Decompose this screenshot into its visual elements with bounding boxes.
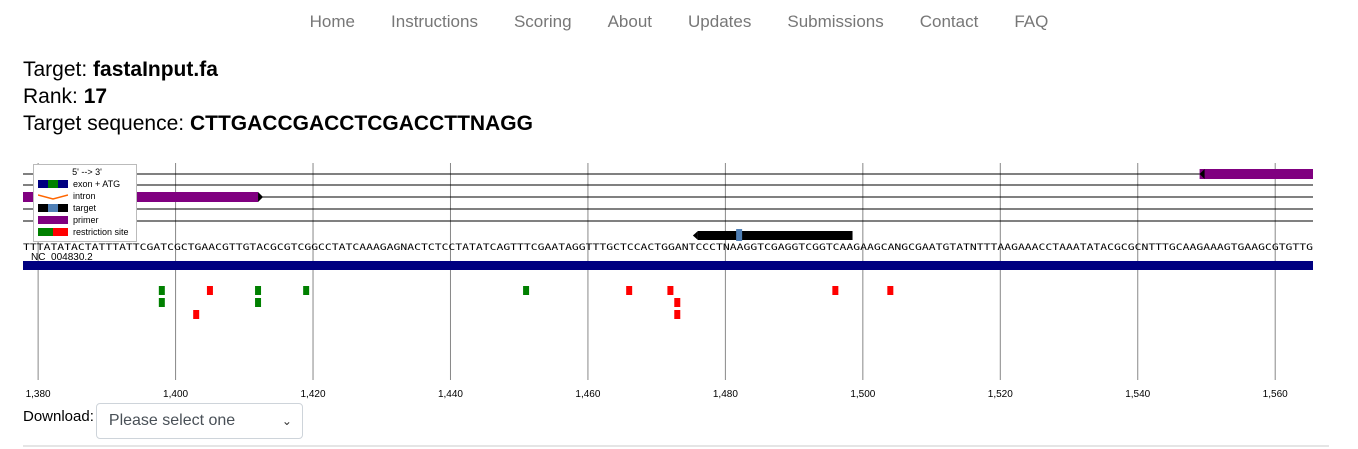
primer-swatch <box>38 216 68 224</box>
restriction-site-marker <box>523 286 530 295</box>
restriction-site-marker <box>674 298 681 307</box>
legend-header: 5' --> 3' <box>72 167 102 177</box>
rank-line: Rank: 17 <box>23 83 533 110</box>
target-bar <box>697 231 853 240</box>
genome-track-visualization[interactable]: 1,380 1,400 1,420 1,440 1,460 1,480 1,500 1,520… <box>0 150 1358 405</box>
restriction-site-marker <box>158 286 165 295</box>
restriction-site-marker <box>255 298 262 307</box>
restriction-site-marker <box>667 286 674 295</box>
restriction-site-marker <box>674 310 681 319</box>
nav-about[interactable]: About <box>590 12 670 32</box>
nav-home[interactable]: Home <box>292 12 373 32</box>
legend-item-intron: intron <box>38 190 136 202</box>
legend-item-exon: exon + ATG <box>38 178 136 190</box>
nav-instructions[interactable]: Instructions <box>373 12 496 32</box>
rank-label: Rank: <box>23 85 84 108</box>
nav-faq[interactable]: FAQ <box>996 12 1066 32</box>
legend: 5' --> 3' exon + ATG intron target prime… <box>33 164 137 242</box>
axis-tick-label: 1,400 <box>163 389 188 400</box>
restriction-site-marker <box>303 286 310 295</box>
primer-bar <box>1199 169 1313 179</box>
legend-label: target <box>73 203 97 213</box>
target-swatch <box>38 204 68 212</box>
axis-tick-label: 1,500 <box>850 389 875 400</box>
legend-label: primer <box>73 215 99 225</box>
download-label: Download: <box>23 408 94 425</box>
nav-submissions[interactable]: Submissions <box>769 12 901 32</box>
download-control: Download: Please select one ⌄ <box>23 403 303 439</box>
nav-contact[interactable]: Contact <box>902 12 997 32</box>
nav-updates[interactable]: Updates <box>670 12 769 32</box>
restriction-site-marker <box>158 298 165 307</box>
restriction-site-marker <box>832 286 839 295</box>
divider <box>23 445 1329 447</box>
restriction-site-marker <box>255 286 262 295</box>
intron-swatch <box>38 194 68 200</box>
axis-tick-label: 1,560 <box>1263 389 1288 400</box>
restriction-site-marker <box>626 286 633 295</box>
axis-tick-label: 1,380 <box>26 389 51 400</box>
legend-item-target: target <box>38 202 136 214</box>
download-select[interactable]: Please select one ⌄ <box>95 403 303 439</box>
legend-item-restriction-site: restriction site <box>38 226 136 238</box>
axis-tick-label: 1,440 <box>438 389 463 400</box>
axis-tick-label: 1,540 <box>1125 389 1150 400</box>
sequence-text: TTTATATACTATTTATTCGATCGCTGAACGTTGTACGCGT… <box>23 243 1313 253</box>
chevron-down-icon: ⌄ <box>281 414 292 428</box>
sequence-value: CTTGACCGACCTCGACCTTNAGG <box>189 112 533 135</box>
primer-arrow <box>258 192 264 202</box>
restriction-site-marker <box>887 286 894 295</box>
sequence-label: Target sequence: <box>23 112 190 135</box>
legend-label: exon + ATG <box>73 179 121 189</box>
download-select-value: Please select one <box>108 412 236 429</box>
legend-item-primer: primer <box>38 214 136 226</box>
restriction-site-marker <box>193 310 200 319</box>
target-value: fastaInput.fa <box>93 58 218 81</box>
sequence-line: Target sequence: CTTGACCGACCTCGACCTTNAGG <box>23 110 533 137</box>
target-pam-marker <box>736 229 743 241</box>
legend-label: intron <box>73 191 96 201</box>
legend-label: restriction site <box>73 227 129 237</box>
top-navigation: Home Instructions Scoring About Updates … <box>0 0 1358 44</box>
nav-scoring[interactable]: Scoring <box>496 12 590 32</box>
target-arrow <box>692 231 698 240</box>
target-line: Target: fastaInput.fa <box>23 56 533 83</box>
exon-bar <box>23 261 1313 270</box>
axis-tick-label: 1,420 <box>301 389 326 400</box>
rank-value: 17 <box>83 85 108 108</box>
restriction-site-swatch <box>38 228 68 236</box>
axis-tick-label: 1,460 <box>575 389 600 400</box>
axis-tick-label: 1,520 <box>988 389 1013 400</box>
target-label: Target: <box>23 58 94 81</box>
exon-swatch <box>38 180 68 188</box>
target-info: Target: fastaInput.fa Rank: 17 Target se… <box>23 56 533 137</box>
restriction-site-marker <box>206 286 213 295</box>
axis-tick-label: 1,480 <box>713 389 738 400</box>
